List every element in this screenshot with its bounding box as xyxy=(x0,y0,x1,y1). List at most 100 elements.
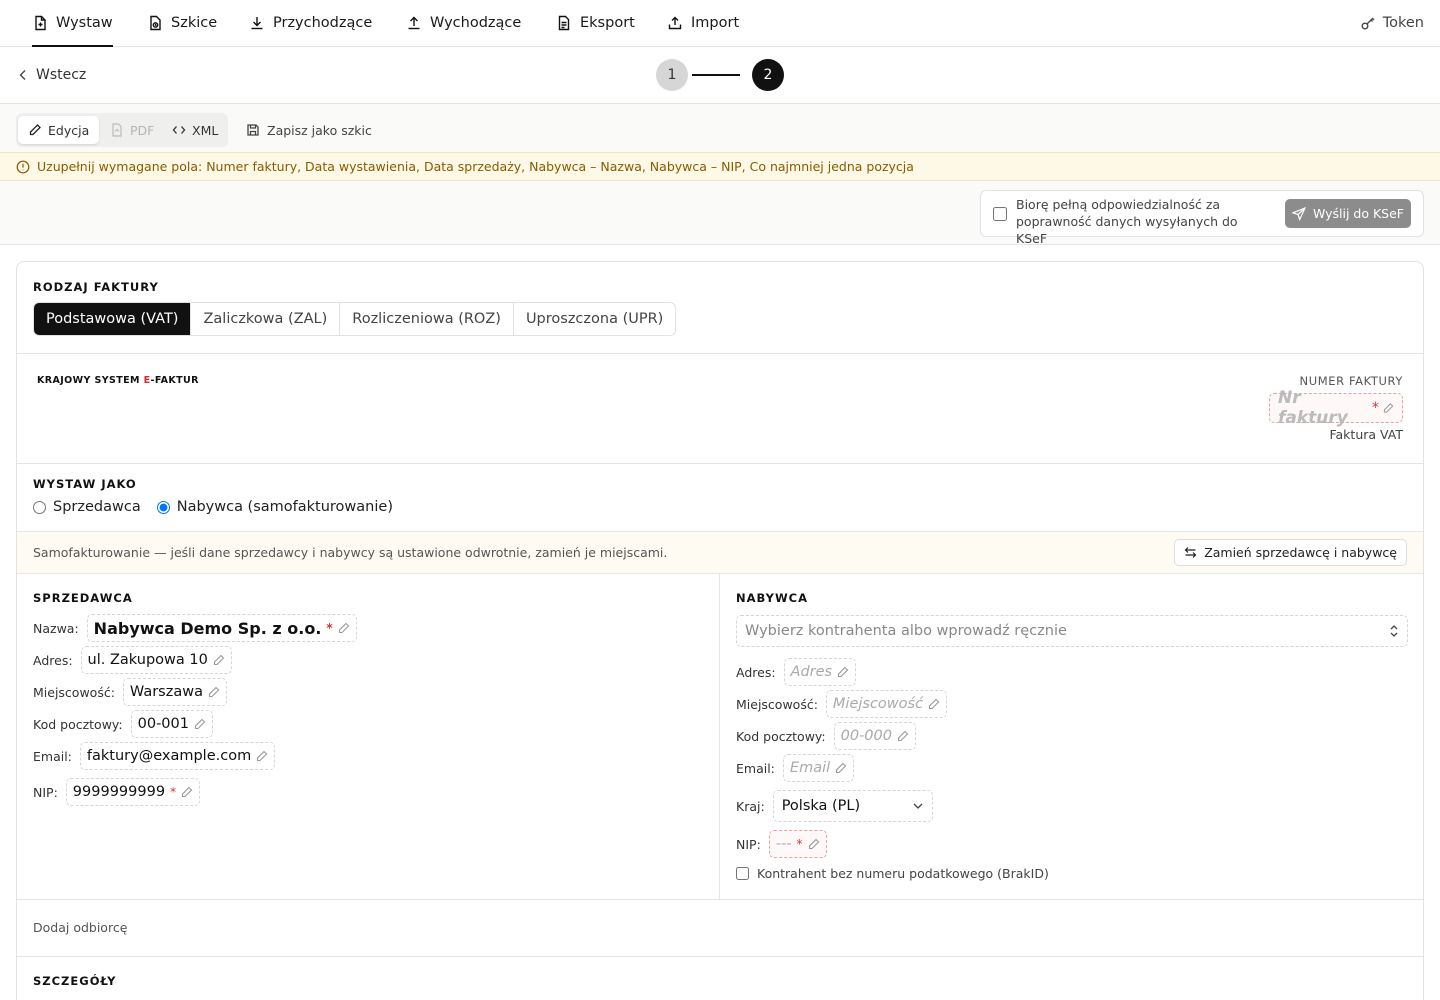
pencil-icon xyxy=(808,838,819,850)
step-1[interactable]: 1 xyxy=(656,59,688,91)
buyer-address-field[interactable]: Adres xyxy=(783,658,857,686)
seller-radio[interactable] xyxy=(33,500,46,514)
buyer-city-field[interactable]: Miejscowość xyxy=(825,690,948,718)
contractor-select[interactable]: Wybierz kontrahenta albo wprowadź ręczni… xyxy=(736,615,1408,647)
issue-as-buyer-option[interactable]: Nabywca (samofakturowanie) xyxy=(156,499,393,515)
swap-parties-button[interactable]: Zamień sprzedawcę i nabywcę xyxy=(1174,539,1407,566)
pencil-icon xyxy=(929,698,940,710)
tab-przychodzace[interactable]: Przychodzące xyxy=(249,0,372,46)
issue-as-seller-option[interactable]: Sprzedawca xyxy=(33,499,141,515)
country-select[interactable]: Polska (PL) xyxy=(772,790,933,822)
seller-address-field[interactable]: ul. Zakupowa 10 xyxy=(80,646,232,674)
buyer-email-placeholder: Email xyxy=(789,760,831,776)
invoice-type-option[interactable]: Uproszczona (UPR) xyxy=(514,303,675,335)
pencil-icon xyxy=(257,750,268,762)
field-label: Kod pocztowy: xyxy=(736,728,826,744)
top-navigation: Wystaw Szkice Przychodzące Wychodzące Ek… xyxy=(0,0,1440,47)
buyer-nip-field[interactable]: --- * xyxy=(768,830,827,858)
buyer-address-placeholder: Adres xyxy=(790,664,833,680)
buyer-title: NABYWCA xyxy=(736,591,809,605)
field-label: NIP: xyxy=(736,836,761,852)
buyer-city-row: Miejscowość: Miejscowość xyxy=(736,690,948,718)
seller-address-value: ul. Zakupowa 10 xyxy=(87,652,208,668)
field-label: Email: xyxy=(736,760,775,776)
back-button[interactable]: Wstecz xyxy=(18,47,86,103)
seller-email-value: faktury@example.com xyxy=(86,748,252,764)
download-icon xyxy=(251,17,263,30)
import-icon xyxy=(668,16,682,30)
buyer-email-field[interactable]: Email xyxy=(782,754,855,782)
seller-name-field[interactable]: Nabywca Demo Sp. z o.o. * xyxy=(86,614,357,642)
buyer-radio-label: Nabywca (samofakturowanie) xyxy=(176,499,393,515)
ksef-logo-e: E xyxy=(143,375,151,386)
buyer-email-row: Email: Email xyxy=(736,754,855,782)
send-icon xyxy=(1291,206,1306,221)
pencil-icon xyxy=(29,124,41,136)
issue-as-title: WYSTAW JAKO xyxy=(33,477,137,491)
chevron-down-icon xyxy=(913,803,923,809)
back-row: Wstecz 1 2 xyxy=(0,47,1440,104)
pencil-icon xyxy=(208,686,220,698)
field-label: Kod pocztowy: xyxy=(33,716,123,732)
invoice-number-placeholder: Nr faktury xyxy=(1278,388,1348,428)
confirm-box: Biorę pełną odpowiedzialność za poprawno… xyxy=(980,190,1424,246)
alert-circle-icon xyxy=(16,160,30,173)
xml-mode-label: XML xyxy=(192,122,219,138)
step-2[interactable]: 2 xyxy=(752,59,784,91)
self-billing-note: Samofakturowanie — jeśli dane sprzedawcy… xyxy=(17,531,1423,574)
seller-city-field[interactable]: Warszawa xyxy=(122,678,227,706)
invoice-type-option[interactable]: Podstawowa (VAT) xyxy=(34,303,192,335)
chevron-left-icon xyxy=(19,70,26,80)
code-icon xyxy=(172,126,186,134)
edit-mode-button[interactable]: Edycja xyxy=(18,116,100,144)
required-mark: * xyxy=(170,785,177,799)
xml-mode-button[interactable]: XML xyxy=(162,116,228,144)
seller-postal-field[interactable]: 00-001 xyxy=(130,710,213,738)
tab-import[interactable]: Import xyxy=(667,0,739,46)
field-label: Adres: xyxy=(33,652,73,668)
buyer-postal-field[interactable]: 00-000 xyxy=(833,722,916,750)
buyer-postal-placeholder: 00-000 xyxy=(840,728,892,744)
save-draft-button[interactable]: Zapisz jako szkic xyxy=(246,113,372,147)
brakid-checkbox[interactable] xyxy=(736,867,749,880)
pencil-icon xyxy=(213,654,225,666)
editor-toolbar: Edycja PDF XML Zapisz jako szkic xyxy=(0,104,1440,152)
seller-city-row: Miejscowość: Warszawa xyxy=(33,678,227,706)
invoice-type-option[interactable]: Zaliczkowa (ZAL) xyxy=(191,303,341,335)
responsibility-checkbox[interactable] xyxy=(993,207,1007,221)
tab-label: Wystaw xyxy=(56,15,113,31)
pdf-mode-button[interactable]: PDF xyxy=(100,116,164,144)
token-button[interactable]: Token xyxy=(1360,0,1424,46)
seller-name-row: Nazwa: Nabywca Demo Sp. z o.o. * xyxy=(33,614,357,642)
file-text-icon xyxy=(558,15,570,31)
tab-szkice[interactable]: Szkice xyxy=(147,0,217,46)
key-icon xyxy=(1361,17,1375,30)
tab-label: Wychodzące xyxy=(430,15,522,31)
brakid-label: Kontrahent bez numeru podatkowego (BrakI… xyxy=(757,866,1049,881)
invoice-type-option[interactable]: Rozliczeniowa (ROZ) xyxy=(340,303,514,335)
seller-nip-value: 9999999999 xyxy=(72,784,166,800)
add-recipient-button[interactable]: Dodaj odbiorcę xyxy=(33,920,127,935)
invoice-number-field[interactable]: Nr faktury * xyxy=(1269,388,1403,428)
seller-email-row: Email: faktury@example.com xyxy=(33,742,276,770)
column-divider xyxy=(719,574,720,899)
seller-email-field[interactable]: faktury@example.com xyxy=(79,742,276,770)
buyer-nip-row: NIP: --- * xyxy=(736,830,827,858)
seller-nip-field[interactable]: 9999999999 * xyxy=(65,778,201,806)
pdf-mode-label: PDF xyxy=(130,122,155,138)
buyer-radio[interactable] xyxy=(156,500,170,514)
pencil-icon xyxy=(194,718,206,730)
tab-wystaw[interactable]: Wystaw xyxy=(32,0,113,47)
required-mark: * xyxy=(326,621,333,635)
details-title: SZCZEGÓŁY xyxy=(33,974,117,988)
pencil-icon xyxy=(1383,403,1394,413)
tab-eksport[interactable]: Eksport xyxy=(556,0,635,46)
send-to-ksef-button[interactable]: Wyślij do KSeF xyxy=(1285,199,1411,228)
seller-radio-label: Sprzedawca xyxy=(53,499,141,515)
tab-wychodzace[interactable]: Wychodzące xyxy=(406,0,521,46)
field-label: Miejscowość: xyxy=(33,684,115,700)
brakid-option[interactable]: Kontrahent bez numeru podatkowego (BrakI… xyxy=(736,866,1049,881)
send-area: Biorę pełną odpowiedzialność za poprawno… xyxy=(0,181,1440,246)
ksef-logo-text: KRAJOWY SYSTEM xyxy=(37,375,144,386)
save-icon xyxy=(247,124,259,136)
